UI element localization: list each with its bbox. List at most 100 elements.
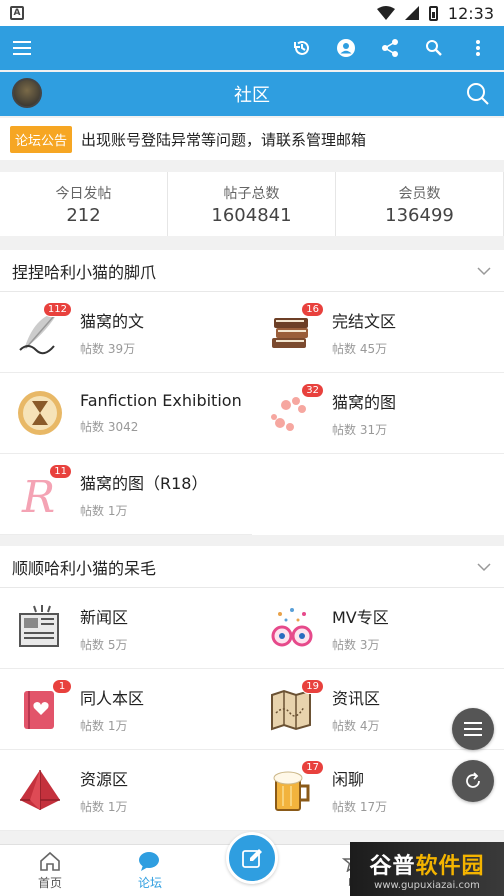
status-bar: A 12:33 (0, 0, 504, 26)
stat-value: 212 (66, 204, 101, 226)
forum-name: 猫窝的图（R18） (80, 473, 208, 493)
stat-total-posts: 帖子总数 1604841 (168, 172, 336, 236)
forum-post-count: 帖数 45万 (332, 341, 388, 356)
share-icon[interactable] (380, 38, 400, 58)
forum-post-count: 帖数 1万 (80, 503, 128, 518)
nav-label: 论坛 (137, 876, 162, 890)
stat-label: 帖子总数 (223, 185, 280, 202)
chat-icon (139, 852, 159, 871)
books-icon: 16 (266, 302, 324, 358)
forum-item[interactable]: 资源区 帖数 1万 (0, 750, 252, 831)
nav-label: 首页 (37, 876, 62, 890)
nav-forum[interactable]: 论坛 (100, 845, 200, 896)
watermark-brand-b: 软件园 (415, 853, 485, 879)
section-cat-paws: 捏捏哈利小猫的脚爪 112 猫窝的文 帖数 39万 16 完结文区 帖数 45万 (0, 250, 504, 535)
forum-name: 新闻区 (80, 607, 129, 627)
section-cat-hair: 顺顺哈利小猫的呆毛 新闻区 帖数 5万 MV专区 帖数 3万 1 同人本区 帖数… (0, 546, 504, 831)
app-notification-icon: A (10, 6, 24, 20)
svg-text:R: R (21, 472, 55, 520)
forum-name: 猫窝的文 (80, 311, 145, 331)
forum-name: 猫窝的图 (332, 392, 397, 412)
stat-value: 1604841 (211, 204, 292, 226)
unread-badge: 1 (52, 679, 72, 694)
forum-name: 资源区 (80, 769, 129, 789)
forum-item[interactable]: 32 猫窝的图 帖数 31万 (252, 373, 504, 454)
home-icon (40, 851, 60, 871)
forum-post-count: 帖数 3万 (332, 637, 380, 652)
account-icon[interactable] (336, 38, 356, 58)
forum-post-count: 帖数 5万 (80, 637, 128, 652)
unread-badge: 16 (301, 302, 324, 317)
forum-post-count: 帖数 31万 (332, 422, 388, 437)
status-time: 12:33 (447, 3, 494, 23)
forum-post-count: 帖数 1万 (80, 799, 128, 814)
more-vert-icon[interactable] (468, 38, 488, 58)
forum-post-count: 帖数 3042 (80, 420, 139, 434)
map-icon: 19 (266, 679, 324, 735)
new-post-button[interactable] (226, 832, 278, 884)
search-icon[interactable] (424, 38, 444, 58)
user-avatar[interactable] (12, 78, 42, 108)
menu-icon[interactable] (12, 38, 32, 58)
unread-badge: 17 (301, 760, 324, 775)
forum-post-count: 帖数 17万 (332, 799, 388, 814)
unread-badge: 32 (301, 383, 324, 398)
forum-item[interactable]: 112 猫窝的文 帖数 39万 (0, 292, 252, 373)
chevron-down-icon[interactable] (476, 263, 492, 279)
refresh-icon (466, 772, 480, 788)
forum-item[interactable]: MV专区 帖数 3万 (252, 588, 504, 669)
watermark-url: www.gupuxiazai.com (374, 879, 480, 891)
book-heart-icon: 1 (14, 679, 72, 735)
beer-icon: 17 (266, 760, 324, 816)
forum-post-count: 帖数 39万 (80, 341, 136, 356)
forum-name: Fanfiction Exhibition (80, 391, 242, 410)
section-header[interactable]: 捏捏哈利小猫的脚爪 (0, 250, 504, 292)
watermark-brand-a: 谷普 (369, 853, 416, 879)
section-title: 捏捏哈利小猫的脚爪 (12, 262, 157, 282)
forum-name: 同人本区 (80, 688, 145, 708)
top-toolbar (0, 26, 504, 70)
stat-label: 今日发帖 (55, 185, 112, 202)
unread-badge: 11 (49, 464, 72, 479)
edit-icon (242, 849, 262, 868)
battery-icon (428, 5, 438, 21)
hourglass-icon (14, 387, 66, 439)
wifi-icon (376, 6, 395, 20)
stat-today-posts: 今日发帖 212 (0, 172, 168, 236)
stat-members: 会员数 136499 (336, 172, 504, 236)
forum-name: 资讯区 (332, 688, 381, 708)
section-title: 顺顺哈利小猫的呆毛 (12, 558, 157, 578)
watermark-logo: 谷普软件园 www.gupuxiazai.com (350, 842, 504, 896)
unread-badge: 112 (42, 302, 72, 317)
notice-tag: 论坛公告 (10, 125, 73, 153)
signal-icon (404, 6, 419, 20)
community-header: 社区 (0, 72, 504, 116)
unread-badge: 19 (301, 679, 324, 694)
floating-menu-button[interactable] (452, 708, 494, 750)
forum-name: 完结文区 (332, 311, 397, 331)
chevron-down-icon[interactable] (476, 559, 492, 575)
forum-item[interactable]: Fanfiction Exhibition 帖数 3042 (0, 373, 252, 454)
forum-item[interactable]: 16 完结文区 帖数 45万 (252, 292, 504, 373)
forum-item[interactable]: 新闻区 帖数 5万 (0, 588, 252, 669)
forum-post-count: 帖数 4万 (332, 718, 380, 733)
list-icon (464, 722, 482, 736)
history-icon[interactable] (292, 38, 312, 58)
stat-value: 136499 (385, 204, 454, 226)
newspaper-icon (14, 602, 66, 654)
forum-notice[interactable]: 论坛公告 出现账号登陆异常等问题，请联系管理邮箱 (0, 118, 504, 160)
nav-home[interactable]: 首页 (0, 845, 100, 896)
search-icon[interactable] (466, 82, 490, 106)
forum-post-count: 帖数 1万 (80, 718, 128, 733)
section-header[interactable]: 顺顺哈利小猫的呆毛 (0, 546, 504, 588)
stat-label: 会员数 (398, 185, 441, 202)
floating-refresh-button[interactable] (452, 760, 494, 802)
forum-name: MV专区 (332, 607, 389, 627)
paw-icon: 32 (266, 383, 324, 439)
gem-icon (14, 764, 66, 816)
notice-text: 出现账号登陆异常等问题，请联系管理邮箱 (81, 130, 367, 149)
glasses-icon (266, 602, 318, 654)
forum-item[interactable]: 1 同人本区 帖数 1万 (0, 669, 252, 750)
letter-r-icon: R 11 (14, 464, 72, 523)
forum-item[interactable]: R 11 猫窝的图（R18） 帖数 1万 (0, 454, 252, 535)
